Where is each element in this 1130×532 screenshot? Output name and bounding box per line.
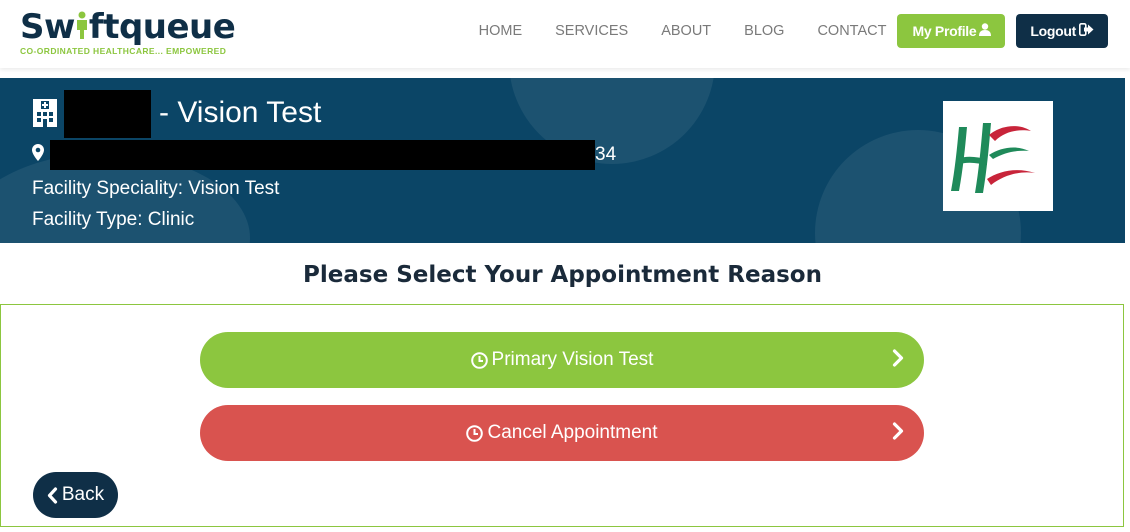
facility-speciality: Facility Speciality: Vision Test — [32, 178, 280, 199]
my-profile-button[interactable]: My Profile — [897, 14, 1006, 48]
chevron-right-icon — [892, 422, 904, 446]
main-nav: HOME SERVICES ABOUT BLOG CONTACT My Prof… — [479, 14, 1108, 48]
nav-about[interactable]: ABOUT — [661, 23, 711, 39]
primary-vision-test-button[interactable]: Primary Vision Test — [200, 332, 924, 388]
top-navbar: Sw ftqueue CO-ORDINATED HEALTHCARE... EMP… — [0, 0, 1130, 68]
facility-title: - Vision Test — [58, 90, 321, 138]
page-heading: Please Select Your Appointment Reason — [303, 262, 822, 288]
cancel-appointment-label: Cancel Appointment — [487, 422, 658, 443]
clock-icon — [470, 351, 488, 369]
clock-icon — [466, 424, 484, 442]
logo-tagline: CO-ORDINATED HEALTHCARE... EMPOWERED — [20, 46, 227, 56]
facility-type: Facility Type: Clinic — [32, 209, 195, 230]
facility-banner: - Vision Test 34 Facility Speciality: Vi… — [0, 78, 1125, 243]
button-content: Cancel Appointment — [466, 422, 658, 444]
hse-logo — [943, 101, 1053, 211]
hospital-icon — [32, 96, 58, 133]
my-profile-label: My Profile — [912, 23, 977, 39]
facility-title-row: - Vision Test — [32, 90, 321, 138]
swiftqueue-logo[interactable]: Sw ftqueue CO-ORDINATED HEALTHCARE... EMP… — [20, 7, 236, 56]
chevron-left-icon — [47, 486, 58, 504]
map-marker-icon — [32, 144, 44, 166]
redacted-address — [50, 140, 595, 170]
user-icon — [976, 23, 992, 39]
cancel-appointment-button[interactable]: Cancel Appointment — [200, 405, 924, 461]
primary-vision-test-label: Primary Vision Test — [491, 349, 654, 370]
back-label: Back — [61, 484, 105, 505]
logout-label: Logout — [1030, 23, 1076, 39]
person-i-icon — [75, 7, 89, 47]
logo-wordmark: Sw ftqueue — [20, 7, 236, 47]
nav-services[interactable]: SERVICES — [555, 23, 628, 39]
nav-blog[interactable]: BLOG — [744, 23, 784, 39]
facility-address: 34 — [44, 140, 616, 170]
logout-button[interactable]: Logout — [1016, 14, 1108, 48]
facility-address-row: 34 — [32, 140, 616, 170]
redacted-facility-name — [64, 90, 151, 138]
button-content: Primary Vision Test — [470, 349, 654, 371]
nav-contact[interactable]: CONTACT — [817, 23, 886, 39]
chevron-right-icon — [892, 349, 904, 373]
sign-out-icon — [1076, 23, 1094, 39]
nav-home[interactable]: HOME — [479, 23, 523, 39]
back-button[interactable]: Back — [33, 472, 118, 518]
